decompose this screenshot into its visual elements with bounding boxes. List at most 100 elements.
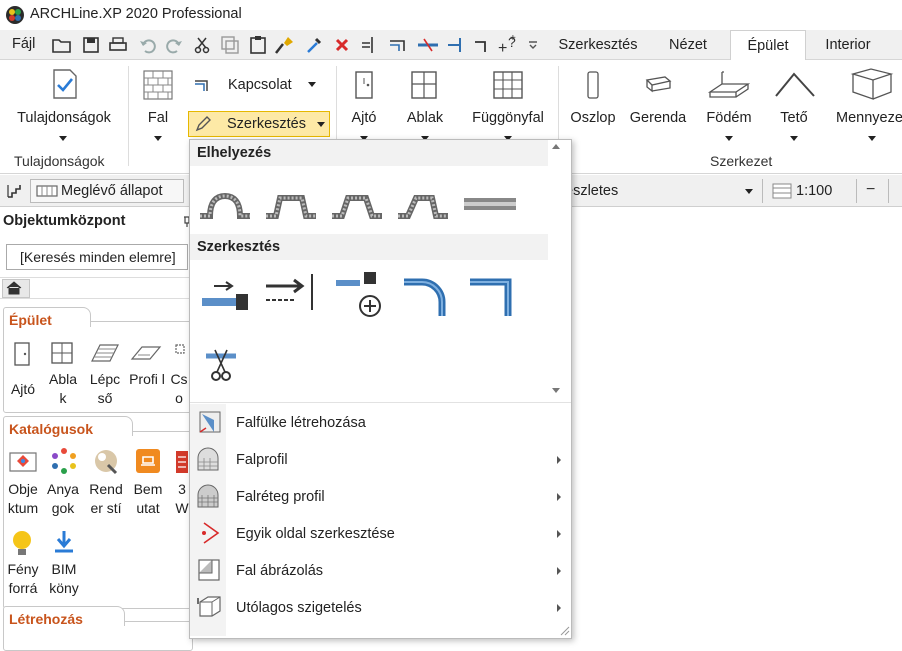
bim-download-icon[interactable] [52,529,76,557]
column-button[interactable]: Oszlop [566,110,620,126]
wall-trim-icon[interactable] [264,272,318,316]
redo-icon[interactable] [164,36,184,54]
format-painter-icon[interactable] [274,35,296,55]
copy-icon[interactable] [220,36,240,54]
menu-item-falreteg-profil[interactable]: Falréteg profil [190,478,571,515]
wall-end-icon[interactable] [446,35,466,55]
chevron-down-icon[interactable] [868,136,876,141]
menu-item-falprofil[interactable]: Falprofil [190,441,571,478]
wall-extend-icon[interactable] [200,272,250,316]
door-icon[interactable] [352,70,376,100]
slab-button[interactable]: Födém [700,110,758,126]
wall-brick-icon[interactable] [143,70,173,100]
scroll-up-icon[interactable] [552,144,560,149]
ceiling-button[interactable]: Mennyeze [836,110,902,126]
item-materials[interactable]: Anya gok [44,480,82,518]
ceiling-icon[interactable] [850,66,894,102]
item-cs[interactable]: Cs o [168,370,190,408]
window-button[interactable]: Ablak [400,110,450,126]
window-icon[interactable] [50,341,74,365]
cut-icon[interactable] [194,36,210,54]
connection-button[interactable]: Kapcsolat [228,77,292,93]
delete-icon[interactable] [334,37,350,53]
roof-button[interactable]: Tető [768,110,820,126]
beam-button[interactable]: Gerenda [626,110,690,126]
beam-icon[interactable] [644,74,672,94]
tab-nezet[interactable]: Nézet [648,30,728,60]
wall-join-icon[interactable] [360,35,380,55]
item-stairs[interactable]: Lépc ső [86,370,124,408]
properties-button[interactable]: Tulajdonságok [4,110,124,126]
chevron-down-icon[interactable] [308,82,316,87]
chevron-down-icon[interactable] [59,136,67,141]
customize-toolbar-icon[interactable] [528,40,538,50]
wall-placement-step-icon[interactable] [264,188,318,222]
wall-button[interactable]: Fal [138,110,178,126]
wall-split-scissors-icon[interactable] [204,346,238,386]
materials-icon[interactable] [50,447,78,475]
save-icon[interactable] [82,36,100,54]
menu-item-fal-abrazolas[interactable]: Fal ábrázolás [190,552,571,589]
item-bim[interactable]: BIM köny [44,560,84,598]
render-style-icon[interactable] [92,447,122,475]
window-icon[interactable] [410,70,438,100]
item-window[interactable]: Abla k [44,370,82,408]
chevron-down-icon[interactable] [154,136,162,141]
wall-corner-join-icon[interactable] [466,272,516,318]
wall-add-node-icon[interactable] [334,270,382,320]
menu-item-falfulke[interactable]: Falfülke létrehozása [190,404,571,441]
angle-icon[interactable] [472,35,492,55]
item-render-style[interactable]: Rend er stí [86,480,126,518]
wall-corner-icon[interactable] [388,35,410,55]
stairs-icon[interactable] [6,181,24,201]
wall-placement-arch-icon[interactable] [198,188,252,222]
chevron-down-icon[interactable] [745,189,753,194]
item-object[interactable]: Obje ktum [4,480,42,518]
door-icon[interactable] [12,341,32,367]
open-folder-icon[interactable] [52,36,72,54]
item-light[interactable]: Fény forrá [4,560,42,598]
stairs-icon[interactable] [90,341,120,365]
add-point-icon[interactable]: + ?+ [496,33,524,57]
undo-icon[interactable] [138,36,158,54]
slab-icon[interactable] [706,68,750,104]
menu-item-utolagos-szigeteles[interactable]: Utólagos szigetelés [190,589,571,626]
detail-level-value[interactable]: észletes [565,183,618,199]
scale-value[interactable]: 1:100 [796,183,832,199]
door-button[interactable]: Ajtó [342,110,386,126]
roof-icon[interactable] [774,70,816,100]
print-icon[interactable] [108,36,128,54]
object-catalog-icon[interactable] [8,447,38,475]
item-door[interactable]: Ajtó [6,380,40,399]
paste-icon[interactable] [248,35,268,55]
wall-fillet-icon[interactable] [400,272,450,318]
item-presentation[interactable]: Bem utat [128,480,168,518]
wall-break-icon[interactable] [416,35,440,55]
chevron-down-icon[interactable] [725,136,733,141]
file-menu[interactable]: Fájl [12,36,35,52]
resize-grip-icon[interactable] [560,626,570,636]
chevron-down-icon[interactable] [317,122,325,127]
menu-item-egyik-oldal[interactable]: Egyik oldal szerkesztése [190,515,571,552]
curtain-wall-icon[interactable] [492,70,524,100]
wall-placement-straight-icon[interactable] [462,194,518,216]
wall-placement-offset-icon[interactable] [396,188,450,222]
eyedropper-icon[interactable] [305,35,323,55]
connection-icon[interactable] [194,78,212,92]
presentation-icon[interactable] [134,447,162,475]
search-input[interactable]: [Keresés minden elemre] [6,244,188,270]
3d-warehouse-icon[interactable] [174,449,190,475]
light-source-icon[interactable] [10,529,34,559]
curtain-wall-button[interactable]: Függönyfal [466,110,550,126]
tab-interior[interactable]: Interior [810,30,886,60]
profile-icon[interactable] [130,341,162,365]
scroll-down-icon[interactable] [552,388,560,393]
column-icon[interactable] [584,70,602,100]
properties-icon[interactable] [52,68,78,100]
tab-epulet[interactable]: Épület [730,30,806,61]
chevron-down-icon[interactable] [790,136,798,141]
zoom-out-icon[interactable]: − [866,181,875,199]
drawing-canvas[interactable] [572,207,902,640]
cs-icon[interactable] [174,341,190,365]
wall-placement-slope-icon[interactable] [330,188,384,222]
